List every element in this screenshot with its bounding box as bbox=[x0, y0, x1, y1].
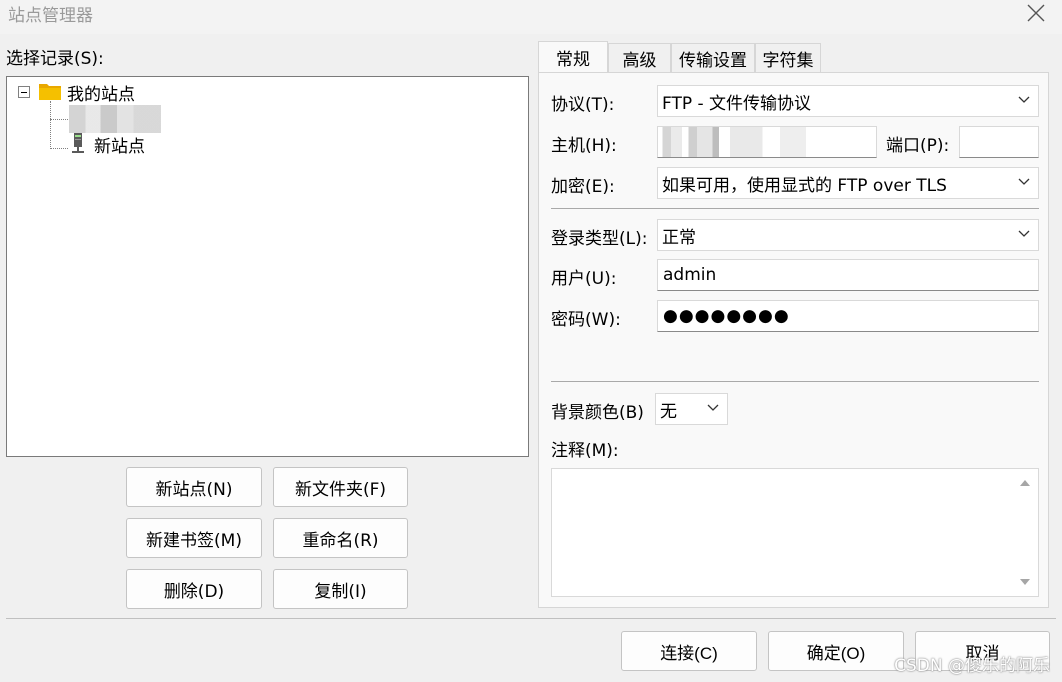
comments-textarea[interactable] bbox=[551, 468, 1039, 597]
logon-type-value: 正常 bbox=[662, 227, 696, 248]
logon-type-select[interactable]: 正常 bbox=[657, 219, 1039, 251]
protocol-value: FTP - 文件传输协议 bbox=[662, 93, 812, 114]
tab-charset[interactable]: 字符集 bbox=[755, 43, 821, 73]
general-panel: 协议(T): FTP - 文件传输协议 主机(H): 端口(P): 加密(E):… bbox=[538, 72, 1049, 608]
new-bookmark-button[interactable]: 新建书签(M) bbox=[126, 518, 262, 558]
tab-transfer-settings[interactable]: 传输设置 bbox=[671, 43, 755, 73]
tree-connector bbox=[50, 148, 68, 149]
collapse-toggle[interactable] bbox=[18, 86, 30, 98]
copy-button[interactable]: 复制(I) bbox=[273, 569, 408, 609]
tree-item-redacted-site[interactable] bbox=[69, 105, 161, 133]
logon-type-label: 登录类型(L): bbox=[551, 229, 648, 249]
title-bar: 站点管理器 bbox=[0, 0, 1062, 34]
rename-button[interactable]: 重命名(R) bbox=[273, 518, 408, 558]
chevron-down-icon bbox=[1018, 230, 1030, 237]
bg-color-value: 无 bbox=[660, 401, 677, 422]
encryption-select[interactable]: 如果可用，使用显式的 FTP over TLS bbox=[657, 167, 1039, 199]
tab-advanced[interactable]: 高级 bbox=[608, 43, 671, 73]
protocol-label: 协议(T): bbox=[551, 95, 615, 115]
port-input[interactable] bbox=[959, 126, 1039, 158]
user-label: 用户(U): bbox=[551, 269, 617, 289]
encryption-value: 如果可用，使用显式的 FTP over TLS bbox=[662, 175, 947, 196]
user-input[interactable]: admin bbox=[657, 259, 1039, 291]
encryption-label: 加密(E): bbox=[551, 177, 615, 197]
scroll-up-icon bbox=[1020, 480, 1030, 486]
chevron-down-icon bbox=[1018, 178, 1030, 185]
password-input[interactable]: ●●●●●●●● bbox=[657, 300, 1039, 332]
connect-button[interactable]: 连接(C) bbox=[621, 631, 757, 671]
comments-label: 注释(M): bbox=[551, 441, 619, 461]
select-entry-label: 选择记录(S): bbox=[6, 49, 104, 69]
close-icon bbox=[1027, 4, 1045, 22]
tree-item-new-site[interactable]: 新站点 bbox=[94, 132, 145, 157]
scroll-down-icon bbox=[1020, 579, 1030, 585]
tree-connector bbox=[50, 101, 51, 149]
new-folder-button[interactable]: 新文件夹(F) bbox=[273, 467, 408, 507]
section-divider bbox=[551, 208, 1039, 209]
tab-general[interactable]: 常规 bbox=[538, 41, 608, 73]
scrollbar[interactable] bbox=[1012, 469, 1038, 596]
port-label: 端口(P): bbox=[886, 136, 950, 156]
ok-button[interactable]: 确定(O) bbox=[768, 631, 904, 671]
watermark: CSDN @傻乐的阿乐 bbox=[894, 656, 1050, 676]
bg-color-label: 背景颜色(B) bbox=[551, 403, 644, 423]
host-input[interactable] bbox=[657, 126, 877, 158]
close-button[interactable] bbox=[1020, 0, 1052, 26]
folder-icon bbox=[39, 84, 61, 100]
bg-color-select[interactable]: 无 bbox=[655, 393, 728, 425]
section-divider bbox=[551, 381, 1039, 382]
delete-button[interactable]: 删除(D) bbox=[126, 569, 262, 609]
tree-connector bbox=[50, 119, 68, 120]
new-site-button[interactable]: 新站点(N) bbox=[126, 467, 262, 507]
window-title: 站点管理器 bbox=[8, 6, 93, 26]
chevron-down-icon bbox=[707, 404, 719, 411]
tree-root-my-sites[interactable]: 我的站点 bbox=[67, 80, 135, 105]
site-tree[interactable]: 我的站点 新站点 bbox=[6, 76, 529, 457]
protocol-select[interactable]: FTP - 文件传输协议 bbox=[657, 85, 1039, 117]
footer-divider bbox=[6, 618, 1056, 619]
chevron-down-icon bbox=[1018, 96, 1030, 103]
host-label: 主机(H): bbox=[551, 136, 617, 156]
password-label: 密码(W): bbox=[551, 310, 621, 330]
server-icon bbox=[72, 133, 84, 153]
